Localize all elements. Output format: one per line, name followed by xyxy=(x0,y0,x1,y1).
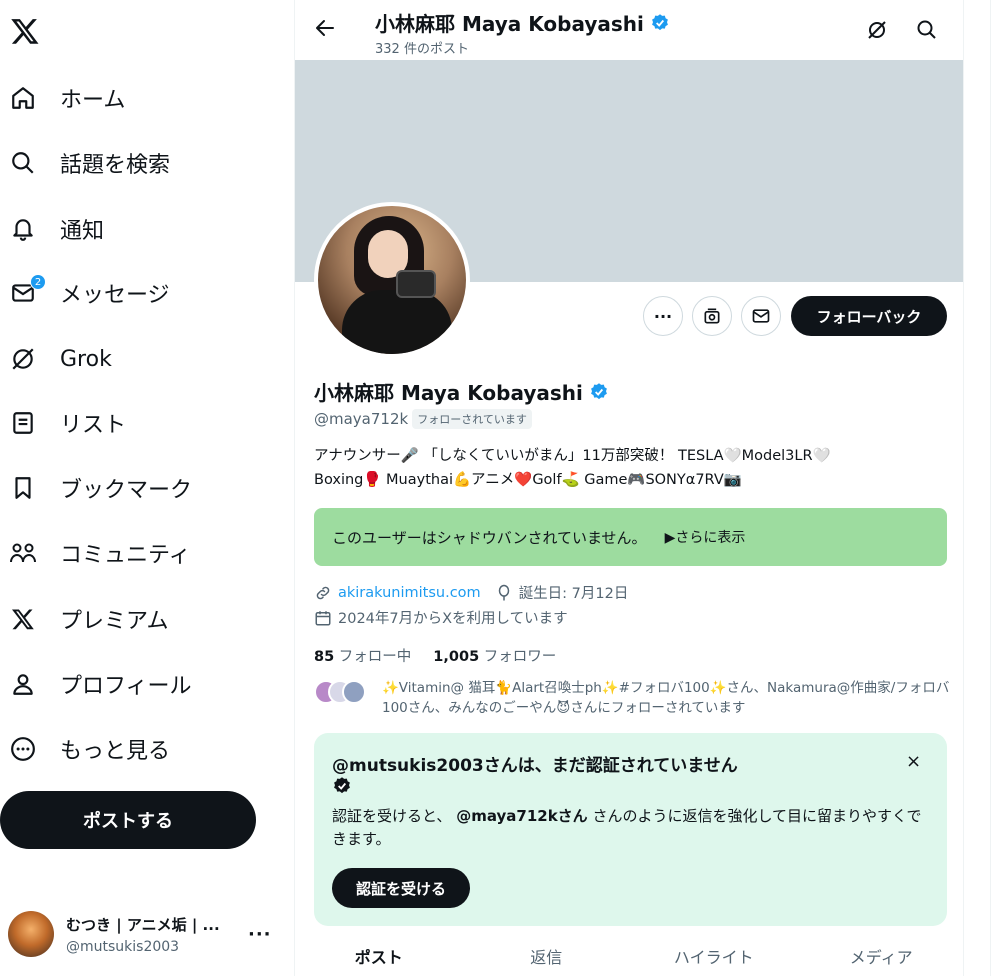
verified-badge-icon xyxy=(651,13,668,30)
verify-body: 認証を受けると、 @maya712kさん さんのように返信を強化して目に留まりや… xyxy=(332,807,922,848)
sidebar-item-home[interactable]: ホーム xyxy=(0,73,125,123)
known-followers[interactable]: ✨Vitamin@ 猫耳🐈Alart召喚士ph✨#フォロバ100✨さん、Naka… xyxy=(314,678,954,718)
profile-handle: @maya712k xyxy=(314,410,409,428)
sidebar-item-explore[interactable]: 話題を検索 xyxy=(0,138,170,188)
sidebar-item-label: プロフィール xyxy=(60,674,192,699)
account-name: むつき | アニメ垢 | ... xyxy=(66,915,220,934)
search-icon[interactable] xyxy=(915,18,939,42)
sidebar-item-grok[interactable]: Grok xyxy=(0,334,112,384)
get-verified-button[interactable]: 認証を受ける xyxy=(332,868,470,908)
account-handle: @mutsukis2003 xyxy=(66,938,180,955)
sidebar-item-label: 通知 xyxy=(60,219,105,244)
bio-line: アナウンサー🎤 「しなくていいがまん」11万部突破！ TESLA🤍Model3L… xyxy=(314,448,831,464)
following-link[interactable]: 85 フォロー中 xyxy=(314,645,411,666)
sidebar-item-lists[interactable]: リスト xyxy=(0,398,126,448)
message-button[interactable] xyxy=(741,296,781,336)
sidebar-item-premium[interactable]: プレミアム xyxy=(0,594,168,644)
sidebar-item-more[interactable]: もっと見る xyxy=(0,724,170,774)
balloon-icon xyxy=(498,584,509,600)
avatar xyxy=(8,911,54,957)
sidebar-item-communities[interactable]: コミュニティ xyxy=(0,528,191,578)
follow-counts: 85 フォロー中 1,005 フォロワー xyxy=(314,645,556,666)
birthday: 誕生日: 7月12日 xyxy=(518,586,629,602)
profile-meta: akirakunimitsu.com 誕生日: 7月12日 xyxy=(314,582,628,603)
website-link[interactable]: akirakunimitsu.com xyxy=(338,585,481,601)
tab-media[interactable]: メディア xyxy=(798,934,964,976)
subscribe-icon xyxy=(704,308,720,324)
tab-posts[interactable]: ポスト xyxy=(295,934,463,976)
shadowban-text: このユーザーはシャドウバンされていません。 xyxy=(332,528,647,547)
sidebar-item-label: リスト xyxy=(60,413,127,438)
unread-badge: 2 xyxy=(30,274,46,290)
x-logo-icon xyxy=(8,604,38,634)
mail-icon: 2 xyxy=(8,274,46,308)
person-icon xyxy=(8,669,38,699)
sidebar-item-label: ブックマーク xyxy=(60,478,193,503)
sidebar-item-notifications[interactable]: 通知 xyxy=(0,204,104,254)
more-options-button[interactable]: ··· xyxy=(643,296,683,336)
verified-badge-icon xyxy=(334,777,350,794)
profile-avatar[interactable] xyxy=(314,202,470,358)
close-icon[interactable]: × xyxy=(906,751,921,772)
header-name: 小林麻耶 Maya Kobayashi xyxy=(375,12,644,36)
profile-header-bar: 小林麻耶 Maya Kobayashi 332 件のポスト xyxy=(295,0,963,60)
list-icon xyxy=(8,408,38,438)
sidebar-item-messages[interactable]: 2 メッセージ xyxy=(0,268,170,318)
tab-highlights[interactable]: ハイライト xyxy=(630,934,798,976)
profile-joined: 2024年7月からXを利用しています xyxy=(314,607,568,628)
sidebar-item-label: もっと見る xyxy=(60,739,171,764)
x-logo-icon[interactable] xyxy=(10,14,40,48)
account-switcher[interactable]: むつき | アニメ垢 | ... @mutsukis2003 ··· xyxy=(8,906,280,962)
joined-date: 2024年7月からXを利用しています xyxy=(338,611,568,627)
grok-icon xyxy=(8,344,38,374)
verified-badge-icon[interactable] xyxy=(589,382,609,402)
profile-display-name: 小林麻耶 Maya Kobayashi xyxy=(314,381,583,405)
sidebar-item-bookmarks[interactable]: ブックマーク xyxy=(0,463,192,513)
mail-icon xyxy=(752,309,770,323)
post-count: 332 件のポスト xyxy=(375,42,469,57)
sidebar-item-label: メッセージ xyxy=(60,283,170,308)
sidebar-item-label: 話題を検索 xyxy=(60,153,171,178)
follows-you-badge: フォローされています xyxy=(412,409,532,429)
shadowban-notice: このユーザーはシャドウバンされていません。 ▶さらに表示 xyxy=(314,508,947,566)
back-arrow-icon[interactable] xyxy=(313,16,337,40)
follow-back-button[interactable]: フォローバック xyxy=(791,296,947,336)
more-circle-icon xyxy=(8,734,38,764)
sidebar-item-label: プレミアム xyxy=(60,609,169,634)
left-sidebar: ホーム 話題を検索 通知 2 メッセージ Grok リスト ブックマーク コミュ… xyxy=(0,0,290,976)
sidebar-item-label: ホーム xyxy=(60,88,126,113)
profile-handle-row: @maya712k フォローされています xyxy=(314,409,532,429)
bio-line: Boxing🥊 Muaythai💪アニメ❤️Golf⛳ Game🎮SONYα7R… xyxy=(314,472,742,488)
profile-column: 小林麻耶 Maya Kobayashi 332 件のポスト ··· フォローバッ… xyxy=(294,0,964,976)
search-icon xyxy=(8,148,38,178)
known-followers-text: ✨Vitamin@ 猫耳🐈Alart召喚士ph✨#フォロバ100✨さん、Naka… xyxy=(382,680,950,716)
profile-tabs: ポスト 返信 ハイライト メディア xyxy=(295,934,964,976)
sidebar-item-label: コミュニティ xyxy=(60,543,191,568)
grok-icon[interactable] xyxy=(865,18,889,42)
verify-promo-card: @mutsukis2003さんは、まだ認証されていません × 認証を受けると、 … xyxy=(314,733,947,926)
sidebar-item-profile[interactable]: プロフィール xyxy=(0,659,192,709)
bookmark-icon xyxy=(8,473,38,503)
community-icon xyxy=(8,538,38,568)
tab-replies[interactable]: 返信 xyxy=(463,934,631,976)
home-icon xyxy=(8,83,38,113)
post-button[interactable]: ポストする xyxy=(0,791,256,849)
subscribe-button[interactable] xyxy=(692,296,732,336)
calendar-icon xyxy=(315,610,331,625)
profile-name: 小林麻耶 Maya Kobayashi xyxy=(314,377,609,406)
sidebar-item-label: Grok xyxy=(60,346,112,372)
profile-bio: アナウンサー🎤 「しなくていいがまん」11万部突破！ TESLA🤍Model3L… xyxy=(314,444,954,492)
header-title: 小林麻耶 Maya Kobayashi xyxy=(375,8,670,37)
shadowban-more-link[interactable]: ▶さらに表示 xyxy=(665,527,746,547)
followers-link[interactable]: 1,005 フォロワー xyxy=(433,645,556,666)
link-icon xyxy=(316,586,330,599)
verify-handle: @maya712kさん xyxy=(456,807,588,825)
bell-icon xyxy=(8,214,38,244)
verify-title: @mutsukis2003さんは、まだ認証されていません xyxy=(332,756,738,776)
account-more-icon[interactable]: ··· xyxy=(248,924,272,945)
known-follower-avatars xyxy=(314,680,370,706)
right-column-edge xyxy=(990,0,1000,976)
